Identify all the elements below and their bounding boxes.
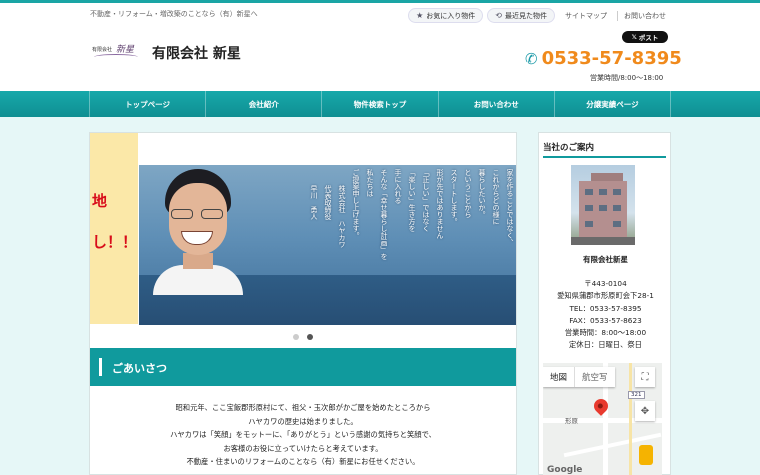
greeting-text: 昭和元年、ここ宝飯郡形原村にて、祖父・玉次郎がかご屋を始めたところから ハヤカワ… [90,401,516,469]
slider-dot-1[interactable] [293,334,299,340]
phone-number[interactable]: 0533-57-8395 [542,48,682,69]
route-sign: 321 [628,391,645,399]
x-logo-icon: 𝕏 [631,33,637,41]
nav-top[interactable]: トップページ [89,91,205,117]
message-vertical-line: 暮らしたいか。 [478,169,486,218]
street-view-icon[interactable] [639,445,653,465]
favorites-label: お気に入り物件 [426,11,476,20]
greeting-line: ハヤカワは「笑顔」をモットーに、「ありがとう」という感謝の気持ちと笑顔で、 [170,430,436,439]
message-vertical-line: これからどの様に [492,169,500,225]
hero-slider[interactable]: 地 し！！ 家を作ることではなく、 これからどの様に 暮らしたいか。 ということからス… [90,133,516,347]
top-accent-line [0,0,760,3]
address-line: 〒443-0104 [584,279,627,288]
message-vertical-line: 形が先ではありません [436,169,444,239]
star-icon: ★ [416,11,424,20]
fullscreen-icon[interactable]: ⛶ [635,367,655,387]
nav-contact[interactable]: お問い合わせ [437,91,554,117]
message-vertical-line: ご提案申し上げます。 [352,169,360,239]
company-address: 〒443-0104 愛知県蒲郡市形原町会下28-1 TEL：0533-57-83… [539,278,672,352]
site-tagline: 不動産・リフォーム・増改築のことなら（有）新星へ [90,10,258,18]
recent-label: 最近見た物件 [505,11,547,20]
map-place-label: 形原 [565,417,578,425]
nav-property-search[interactable]: 物件検索トップ [321,91,437,117]
history-icon: ⟲ [495,11,502,20]
sidebar-title: 当社のご案内 [543,143,595,153]
phone-block: ✆ 0533-57-8395 [525,48,682,69]
greeting-line: ハヤカワの歴史は始まりました。 [248,416,358,426]
slide-red-text-2: し！！ [92,233,138,251]
message-vertical-line: 代表取締役 [324,185,332,220]
message-vertical-line: ということから [464,169,472,218]
main-nav: トップページ 会社紹介 物件検索トップ お問い合わせ 分譲実績ページ [0,91,760,117]
company-logo[interactable]: 有限会社 新星 [92,40,140,66]
main-column: 地 し！！ 家を作ることではなく、 これからどの様に 暮らしたいか。 ということからス… [89,132,517,475]
move-icon[interactable]: ✥ [635,401,655,421]
message-vertical-line: 「正しい」ではなく [422,169,430,232]
slider-dots [293,334,313,340]
x-post-button[interactable]: 𝕏 ポスト [622,31,668,43]
phone-icon: ✆ [525,49,538,68]
address-line: TEL：0533-57-8395 [569,303,642,313]
message-vertical-line: 私たちは [366,169,374,197]
heading-marker [99,358,102,376]
message-vertical-line: そんな「幸せ暮らし計画」を [380,169,388,260]
sidebar-company-name: 有限会社新星 [583,255,628,264]
address-line: 愛知県蒲郡市形原町会下28-1 [557,291,654,301]
greeting-line: お客様のお役に立っていけたらと考えています。 [223,443,383,453]
address-line: 定休日：日曜日、祭日 [569,340,642,350]
message-vertical-line: 「楽しい」生き方を [408,169,416,232]
logo-swoosh [94,54,138,60]
recent-button[interactable]: ⟲ 最近見た物件 [487,8,555,23]
contact-link[interactable]: お問い合わせ [617,10,672,21]
message-vertical-line: スタートします。 [450,169,458,225]
office-photo [571,165,635,245]
business-hours: 営業時間/8:00～18:00 [590,74,664,82]
portrait [153,169,243,295]
nav-company[interactable]: 会社紹介 [205,91,321,117]
favorites-button[interactable]: ★ お気に入り物件 [408,8,484,23]
greeting-line: 不動産・住まいのリフォームのことなら（有）新星にお任せください。 [186,457,420,466]
google-map[interactable]: 地図 航空写 ⛶ ✥ 321 形原 Google [543,363,662,475]
slide-red-text-1: 地 [92,192,108,210]
satellite-tab[interactable]: 航空写 [574,367,615,387]
greeting-title: ごあいさつ [112,362,167,375]
logo-small-text: 有限会社 [92,47,113,53]
sidebar-title-underline [543,156,666,158]
greeting-header: ごあいさつ [90,348,516,386]
message-vertical-line: 早川 勇人 [310,185,318,220]
sitemap-link[interactable]: サイトマップ [559,11,613,21]
google-logo: Google [547,465,583,475]
address-line: 営業時間：8:00～18:00 [564,328,647,338]
greeting-line: 昭和元年、ここ宝飯郡形原村にて、祖父・玉次郎がかご屋を始めたところから [175,403,431,412]
slider-dot-2[interactable] [307,334,313,340]
previous-slide-edge: 地 し！！ [90,133,138,324]
company-name: 有限会社 新星 [152,46,241,62]
header-links: ★ お気に入り物件 ⟲ 最近見た物件 サイトマップ お問い合わせ [408,8,672,23]
message-vertical-line: 手に入れる [394,169,402,204]
map-type-tabs: 地図 航空写 [543,367,615,387]
sidebar: 当社のご案内 有限会社新星 〒443-0104 愛知県蒲郡市形原町会下28-1 … [538,132,671,475]
message-vertical-line: 家を作ることではなく、 [506,169,514,246]
hero-photo: 家を作ることではなく、 これからどの様に 暮らしたいか。 ということから スタートします… [139,165,516,325]
message-vertical-line: 株式会社 ハヤカワ [338,185,346,248]
address-line: FAX：0533-57-8623 [569,315,642,325]
map-tab[interactable]: 地図 [543,367,574,387]
nav-sales-record[interactable]: 分譲実績ページ [553,91,672,117]
post-label: ポスト [638,34,659,42]
